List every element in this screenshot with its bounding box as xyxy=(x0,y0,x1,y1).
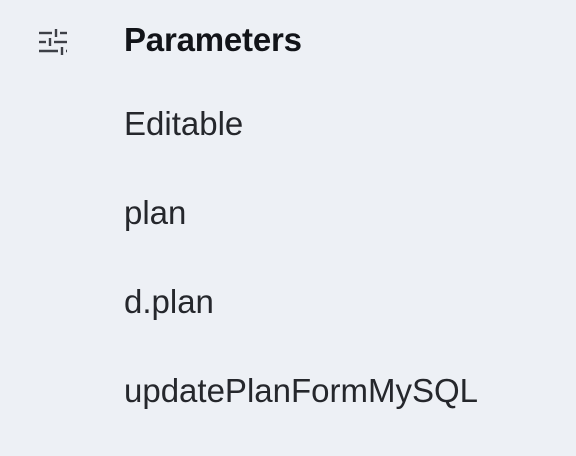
parameter-item-d-plan[interactable]: d.plan xyxy=(124,278,478,367)
sliders-icon xyxy=(39,29,67,55)
parameter-item-editable[interactable]: Editable xyxy=(124,100,478,189)
parameter-item-update-plan-form-mysql[interactable]: updatePlanFormMySQL xyxy=(124,367,478,456)
parameters-panel: Parameters Editable plan d.plan updatePl… xyxy=(0,0,576,414)
section-title: Parameters xyxy=(124,21,302,58)
parameter-item-plan[interactable]: plan xyxy=(124,189,478,278)
parameter-list: Editable plan d.plan updatePlanFormMySQL xyxy=(124,100,478,456)
